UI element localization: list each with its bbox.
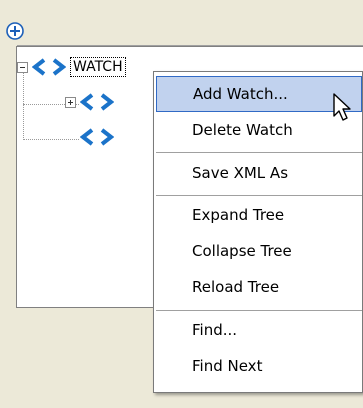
- tree-node-child[interactable]: [65, 91, 114, 113]
- xml-tag-icon: [32, 58, 66, 76]
- tree-connector: [23, 139, 79, 141]
- xml-tag-icon: [80, 93, 114, 111]
- tree-node-child[interactable]: [80, 126, 114, 148]
- menu-item-expand-tree[interactable]: Expand Tree: [156, 197, 362, 233]
- menu-separator: [156, 195, 362, 196]
- menu-separator: [156, 152, 362, 153]
- collapse-toggle-icon[interactable]: [17, 61, 28, 73]
- toolbar: [0, 0, 363, 40]
- xml-tag-icon: [80, 128, 114, 146]
- menu-item-reload-tree[interactable]: Reload Tree: [156, 269, 362, 305]
- tree-node-root[interactable]: WATCH: [17, 56, 126, 78]
- expand-toggle-icon[interactable]: [65, 96, 76, 108]
- menu-item-find-next[interactable]: Find Next: [156, 348, 362, 384]
- menu-item-find[interactable]: Find...: [156, 312, 362, 348]
- arrow-cursor-icon: [333, 93, 351, 121]
- menu-item-collapse-tree[interactable]: Collapse Tree: [156, 233, 362, 269]
- menu-item-save-xml-as[interactable]: Save XML As: [156, 155, 362, 191]
- plus-circle-icon[interactable]: [6, 22, 24, 40]
- menu-separator: [156, 310, 362, 311]
- tree-node-label[interactable]: WATCH: [70, 57, 126, 77]
- watch-window: WATCH Add Watch... Delete Watch Save XML…: [0, 0, 363, 408]
